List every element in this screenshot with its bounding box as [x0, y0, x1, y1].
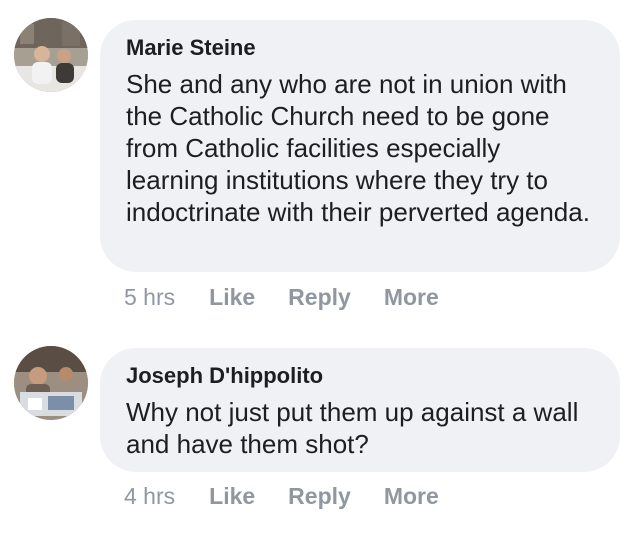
profile-photo-icon	[14, 18, 88, 92]
like-button[interactable]: Like	[209, 283, 255, 311]
profile-photo-icon	[14, 346, 88, 420]
more-button[interactable]: More	[384, 482, 439, 510]
avatar[interactable]	[14, 18, 88, 92]
comment-text: Why not just put them up against a wall …	[126, 397, 579, 459]
comment-timestamp[interactable]: 4 hrs	[124, 482, 175, 510]
avatar[interactable]	[14, 346, 88, 420]
comment-author-name[interactable]: Joseph D'hippolito	[126, 362, 594, 390]
comment-text: She and any who are not in union with th…	[126, 69, 590, 227]
comment-timestamp[interactable]: 5 hrs	[124, 283, 175, 311]
comment-author-name[interactable]: Marie Steine	[126, 34, 594, 62]
like-button[interactable]: Like	[209, 482, 255, 510]
reply-button[interactable]: Reply	[288, 283, 351, 311]
comment-bubble: Joseph D'hippolito Why not just put them…	[100, 348, 620, 472]
comment-actions: 5 hrs Like Reply More	[124, 283, 472, 311]
more-button[interactable]: More	[384, 283, 439, 311]
reply-button[interactable]: Reply	[288, 482, 351, 510]
comment-actions: 4 hrs Like Reply More	[124, 482, 472, 510]
comment-bubble: Marie Steine She and any who are not in …	[100, 20, 620, 272]
